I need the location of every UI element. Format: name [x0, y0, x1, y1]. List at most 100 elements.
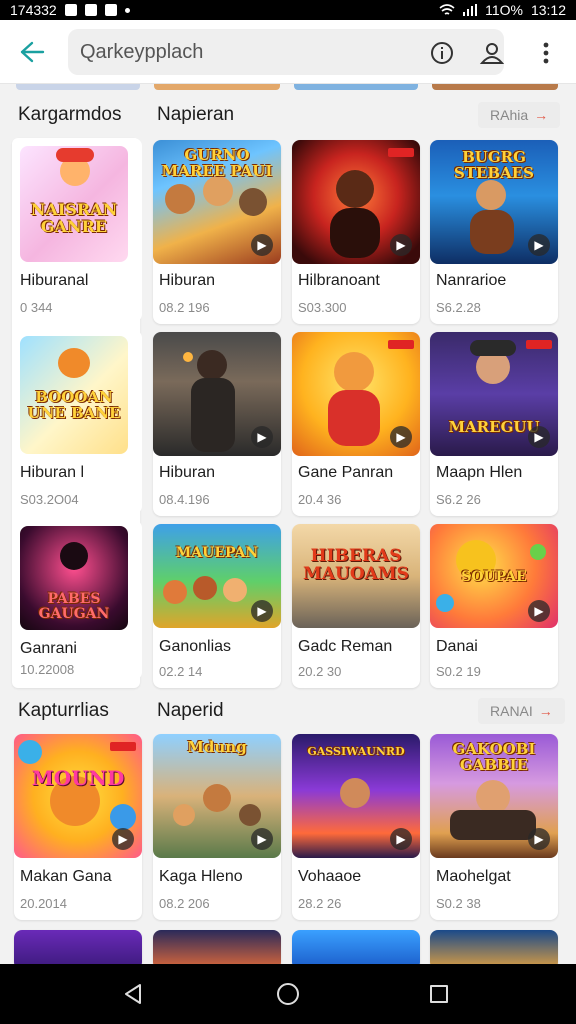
game-name: Maapn Hlen — [436, 464, 523, 481]
game-card[interactable]: SOUPAE ▶ Danai S0.2 19 — [430, 524, 558, 688]
game-thumb-title: Mdung — [187, 738, 247, 756]
game-card[interactable]: ▶ Hiburan 08.4.196 — [153, 332, 281, 516]
play-icon[interactable]: ▶ — [528, 828, 550, 850]
play-icon[interactable]: ▶ — [251, 426, 273, 448]
game-thumb-title: HIBERAS MAUOAMS — [303, 546, 409, 584]
game-thumbnail — [292, 930, 420, 964]
play-icon[interactable]: ▶ — [251, 828, 273, 850]
see-more-button[interactable]: RAhia → — [478, 102, 561, 128]
game-thumbnail: GURNO MAREE PAUI ▶ — [153, 140, 281, 264]
nav-back-icon[interactable] — [120, 982, 148, 1006]
game-thumbnail: Mdung ▶ — [153, 734, 281, 858]
account-icon — [479, 43, 505, 64]
game-thumbnail: ▶ — [292, 140, 420, 264]
wifi-icon — [439, 4, 455, 15]
side-card-thumbnail: BOOOAN UNE BANE — [20, 336, 128, 454]
game-name: Gane Panran — [298, 464, 394, 481]
content-area[interactable]: Kargarmdos Napieran RAhia → NAISRAN GANR… — [0, 84, 576, 964]
game-card[interactable]: ▶ Gane Panran 20.4 36 — [292, 332, 420, 516]
side-card[interactable]: PABES GAUGAN Ganrani 10.22008 — [14, 520, 142, 680]
badge — [110, 742, 136, 751]
game-thumbnail: ▶ — [292, 332, 420, 456]
play-icon[interactable]: ▶ — [528, 426, 550, 448]
play-icon[interactable]: ▶ — [390, 828, 412, 850]
side-card-thumb-title: BOOOAN UNE BANE — [27, 388, 121, 422]
game-name: Ganonlias — [159, 638, 232, 655]
game-thumbnail: MAREGUU ▶ — [430, 332, 558, 456]
game-card[interactable]: GURNO MAREE PAUI ▶ Hiburan 08.2 196 — [153, 140, 281, 324]
game-card[interactable]: GAKOOBI GABBIE ▶ Maohelgat S0.2 38 — [430, 734, 558, 920]
game-meta: 08.2 196 — [159, 300, 210, 315]
game-thumbnail: GASSIWAUNRD ▶ — [292, 734, 420, 858]
game-name: Hiburan — [159, 464, 216, 481]
game-card[interactable] — [430, 930, 558, 964]
game-card[interactable] — [292, 930, 420, 964]
game-meta: 02.2 14 — [159, 664, 203, 679]
game-thumbnail — [430, 930, 558, 964]
game-thumbnail — [14, 930, 142, 964]
side-card[interactable]: NAISRAN GANRE Hiburanal 0 344 — [14, 138, 142, 322]
game-name: Vohaaoe — [298, 868, 362, 885]
game-thumbnail: HIBERAS MAUOAMS — [292, 524, 420, 628]
game-card[interactable]: GASSIWAUNRD ▶ Vohaaoe 28.2 26 — [292, 734, 420, 920]
side-card-name: Hiburan l — [20, 464, 85, 481]
play-icon[interactable]: ▶ — [251, 600, 273, 622]
section-title: Naperid — [157, 700, 224, 721]
notification-icon — [104, 4, 117, 16]
game-card[interactable]: HIBERAS MAUOAMS Gadc Reman 20.2 30 — [292, 524, 420, 688]
play-icon[interactable]: ▶ — [390, 234, 412, 256]
game-card[interactable]: MAUEPAN ▶ Ganonlias 02.2 14 — [153, 524, 281, 688]
game-thumb-title: GAKOOBI GABBIE — [452, 740, 536, 774]
see-more-label: RAhia — [490, 107, 529, 123]
nav-home-icon[interactable] — [277, 983, 299, 1005]
game-card[interactable]: MOUND ▶ Makan Gana 20.2014 — [14, 734, 142, 920]
battery-percent: 11O% — [485, 2, 523, 18]
game-card[interactable]: ▶ Hilbranoant S03.300 — [292, 140, 420, 324]
game-thumbnail: MOUND ▶ — [14, 734, 142, 858]
badge — [526, 340, 552, 349]
game-thumb-title: MOUND — [31, 766, 125, 790]
game-thumb-title: GASSIWAUNRD — [307, 745, 405, 758]
game-card[interactable] — [153, 930, 281, 964]
game-card[interactable] — [14, 930, 142, 964]
side-card-name: Hiburanal — [20, 272, 89, 289]
side-card-thumbnail: PABES GAUGAN — [20, 526, 128, 630]
side-section-title: Kapturrlias — [18, 700, 109, 721]
game-card[interactable]: MAREGUU ▶ Maapn Hlen S6.2 26 — [430, 332, 558, 516]
play-icon[interactable]: ▶ — [251, 234, 273, 256]
more-options-button[interactable] — [530, 37, 562, 69]
game-thumbnail — [153, 930, 281, 964]
dot-icon — [124, 7, 130, 13]
search-input[interactable]: Qarkeypplach — [80, 41, 203, 64]
game-meta: S03.300 — [298, 300, 347, 315]
game-thumb-title: SOUPAE — [461, 569, 527, 585]
game-thumbnail: GAKOOBI GABBIE ▶ — [430, 734, 558, 858]
game-thumb-title: BUGRG STEBAES — [453, 148, 534, 182]
game-meta: 20.2014 — [20, 896, 67, 911]
account-button[interactable] — [478, 39, 506, 67]
side-card-meta: 0 344 — [20, 300, 53, 315]
play-icon[interactable]: ▶ — [390, 426, 412, 448]
game-name: Makan Gana — [20, 868, 112, 885]
info-button[interactable] — [428, 39, 456, 67]
game-meta: 28.2 26 — [298, 896, 342, 911]
game-meta: S6.2 26 — [436, 492, 481, 507]
game-meta: S0.2 19 — [436, 664, 481, 679]
play-icon[interactable]: ▶ — [528, 600, 550, 622]
back-button[interactable] — [0, 20, 64, 84]
game-name: Hiburan — [159, 272, 216, 289]
play-icon[interactable]: ▶ — [112, 828, 134, 850]
game-thumbnail: SOUPAE ▶ — [430, 524, 558, 628]
nav-recents-icon[interactable] — [430, 985, 448, 1003]
game-card[interactable]: Mdung ▶ Kaga Hleno 08.2 206 — [153, 734, 281, 920]
game-meta: 20.4 36 — [298, 492, 342, 507]
game-card[interactable]: BUGRG STEBAES ▶ Nanrarioe S6.2.28 — [430, 140, 558, 324]
badge — [388, 340, 414, 349]
play-icon[interactable]: ▶ — [528, 234, 550, 256]
side-card[interactable]: BOOOAN UNE BANE Hiburan l S03.2O04 — [14, 330, 142, 514]
game-name: Gadc Reman — [298, 638, 393, 655]
game-name: Nanrarioe — [436, 272, 507, 289]
app-bar: Qarkeypplach — [0, 20, 576, 84]
status-bar: 174332 11O% 13:12 — [0, 0, 576, 20]
see-more-button[interactable]: RANAI → — [478, 698, 565, 724]
